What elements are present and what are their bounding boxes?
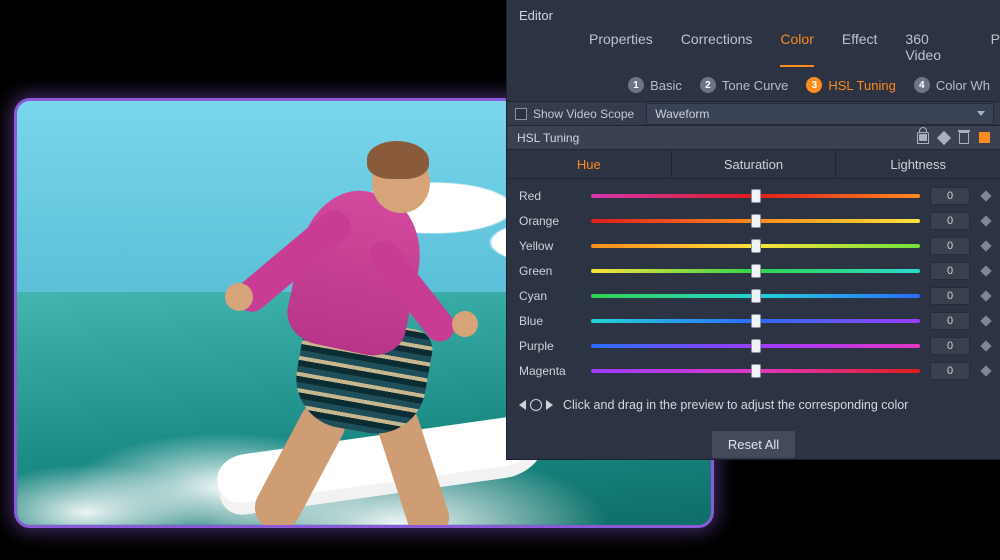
slider-row-red: Red 0 [519,184,990,208]
hsl-mode-tabs: Hue Saturation Lightness [507,150,1000,179]
section-header: HSL Tuning [507,126,1000,150]
hue-slider-orange[interactable] [591,219,920,223]
slider-thumb[interactable] [751,189,761,203]
subtab-num-icon: 3 [806,77,822,93]
slider-thumb[interactable] [751,364,761,378]
select-value: Waveform [655,107,709,121]
slider-thumb[interactable] [751,264,761,278]
active-indicator-icon[interactable] [979,132,990,143]
tab-properties[interactable]: Properties [589,31,653,67]
chevron-down-icon [977,111,985,116]
drag-hint: Click and drag in the preview to adjust … [507,386,1000,418]
drag-hint-text: Click and drag in the preview to adjust … [563,398,908,412]
hue-slider-cyan[interactable] [591,294,920,298]
subtab-num-icon: 4 [914,77,930,93]
slider-label: Yellow [519,239,591,253]
subtab-label: HSL Tuning [828,78,895,93]
keyframe-icon[interactable] [980,340,991,351]
hsl-sliders: Red0Orange0Yellow0Green0Cyan0Blue0Purple… [507,179,1000,386]
keyframe-icon[interactable] [980,290,991,301]
slider-row-green: Green 0 [519,259,990,283]
keyframe-icon[interactable] [980,265,991,276]
lock-icon[interactable] [917,132,929,144]
hue-slider-blue[interactable] [591,319,920,323]
slider-value-input[interactable]: 0 [930,237,970,255]
slider-value-input[interactable]: 0 [930,337,970,355]
subtab-num-icon: 1 [628,77,644,93]
slider-thumb[interactable] [751,289,761,303]
keyframe-icon[interactable] [980,215,991,226]
triangle-right-icon [546,400,553,410]
show-video-scope-checkbox[interactable]: Show Video Scope [507,107,642,121]
slider-value-input[interactable]: 0 [930,187,970,205]
slider-row-cyan: Cyan 0 [519,284,990,308]
slider-label: Green [519,264,591,278]
subtab-num-icon: 2 [700,77,716,93]
slider-thumb[interactable] [751,239,761,253]
subtab-label: Color Wh [936,78,990,93]
keyframe-icon[interactable] [980,315,991,326]
slider-row-magenta: Magenta 0 [519,359,990,383]
triangle-left-icon [519,400,526,410]
subtab-tone-curve[interactable]: 2 Tone Curve [700,77,788,93]
section-title: HSL Tuning [517,131,579,145]
checkbox-icon [515,108,527,120]
subtab-label: Tone Curve [722,78,788,93]
video-scope-row: Show Video Scope Waveform [507,101,1000,126]
target-circle-icon [530,399,542,411]
keyframe-icon[interactable] [980,365,991,376]
slider-thumb[interactable] [751,339,761,353]
hue-slider-yellow[interactable] [591,244,920,248]
reset-all-button[interactable]: Reset All [711,430,796,459]
hsl-tab-lightness[interactable]: Lightness [835,150,1000,178]
slider-label: Cyan [519,289,591,303]
tab-corrections[interactable]: Corrections [681,31,753,67]
slider-row-orange: Orange 0 [519,209,990,233]
subtab-color-wheel[interactable]: 4 Color Wh [914,77,990,93]
slider-value-input[interactable]: 0 [930,212,970,230]
checkbox-label: Show Video Scope [533,107,634,121]
hue-slider-green[interactable] [591,269,920,273]
subtab-hsl-tuning[interactable]: 3 HSL Tuning [806,77,895,93]
slider-value-input[interactable]: 0 [930,312,970,330]
slider-label: Purple [519,339,591,353]
hue-slider-red[interactable] [591,194,920,198]
slider-value-input[interactable]: 0 [930,287,970,305]
slider-label: Blue [519,314,591,328]
editor-subtabs: 1 Basic 2 Tone Curve 3 HSL Tuning 4 Colo… [507,73,1000,101]
drag-target-icon[interactable] [519,399,553,411]
hsl-tab-hue[interactable]: Hue [507,150,671,178]
slider-label: Red [519,189,591,203]
preview-surfer [177,121,477,481]
slider-row-yellow: Yellow 0 [519,234,990,258]
subtab-label: Basic [650,78,682,93]
slider-label: Magenta [519,364,591,378]
tab-effect[interactable]: Effect [842,31,878,67]
editor-tabs: Properties Corrections Color Effect 360 … [507,27,1000,73]
hue-slider-magenta[interactable] [591,369,920,373]
slider-value-input[interactable]: 0 [930,262,970,280]
trash-icon[interactable] [959,132,969,144]
keyframe-icon[interactable] [937,131,951,145]
keyframe-icon[interactable] [980,190,991,201]
tab-more[interactable]: P [991,31,1000,67]
keyframe-icon[interactable] [980,240,991,251]
subtab-basic[interactable]: 1 Basic [628,77,682,93]
hue-slider-purple[interactable] [591,344,920,348]
editor-panel: Editor Properties Corrections Color Effe… [506,0,1000,460]
tab-color[interactable]: Color [780,31,813,67]
hsl-tab-saturation[interactable]: Saturation [671,150,836,178]
slider-thumb[interactable] [751,314,761,328]
slider-value-input[interactable]: 0 [930,362,970,380]
slider-label: Orange [519,214,591,228]
slider-row-purple: Purple 0 [519,334,990,358]
panel-title: Editor [507,0,1000,27]
slider-row-blue: Blue 0 [519,309,990,333]
video-scope-select[interactable]: Waveform [646,103,994,125]
slider-thumb[interactable] [751,214,761,228]
tab-360-video[interactable]: 360 Video [905,31,962,67]
